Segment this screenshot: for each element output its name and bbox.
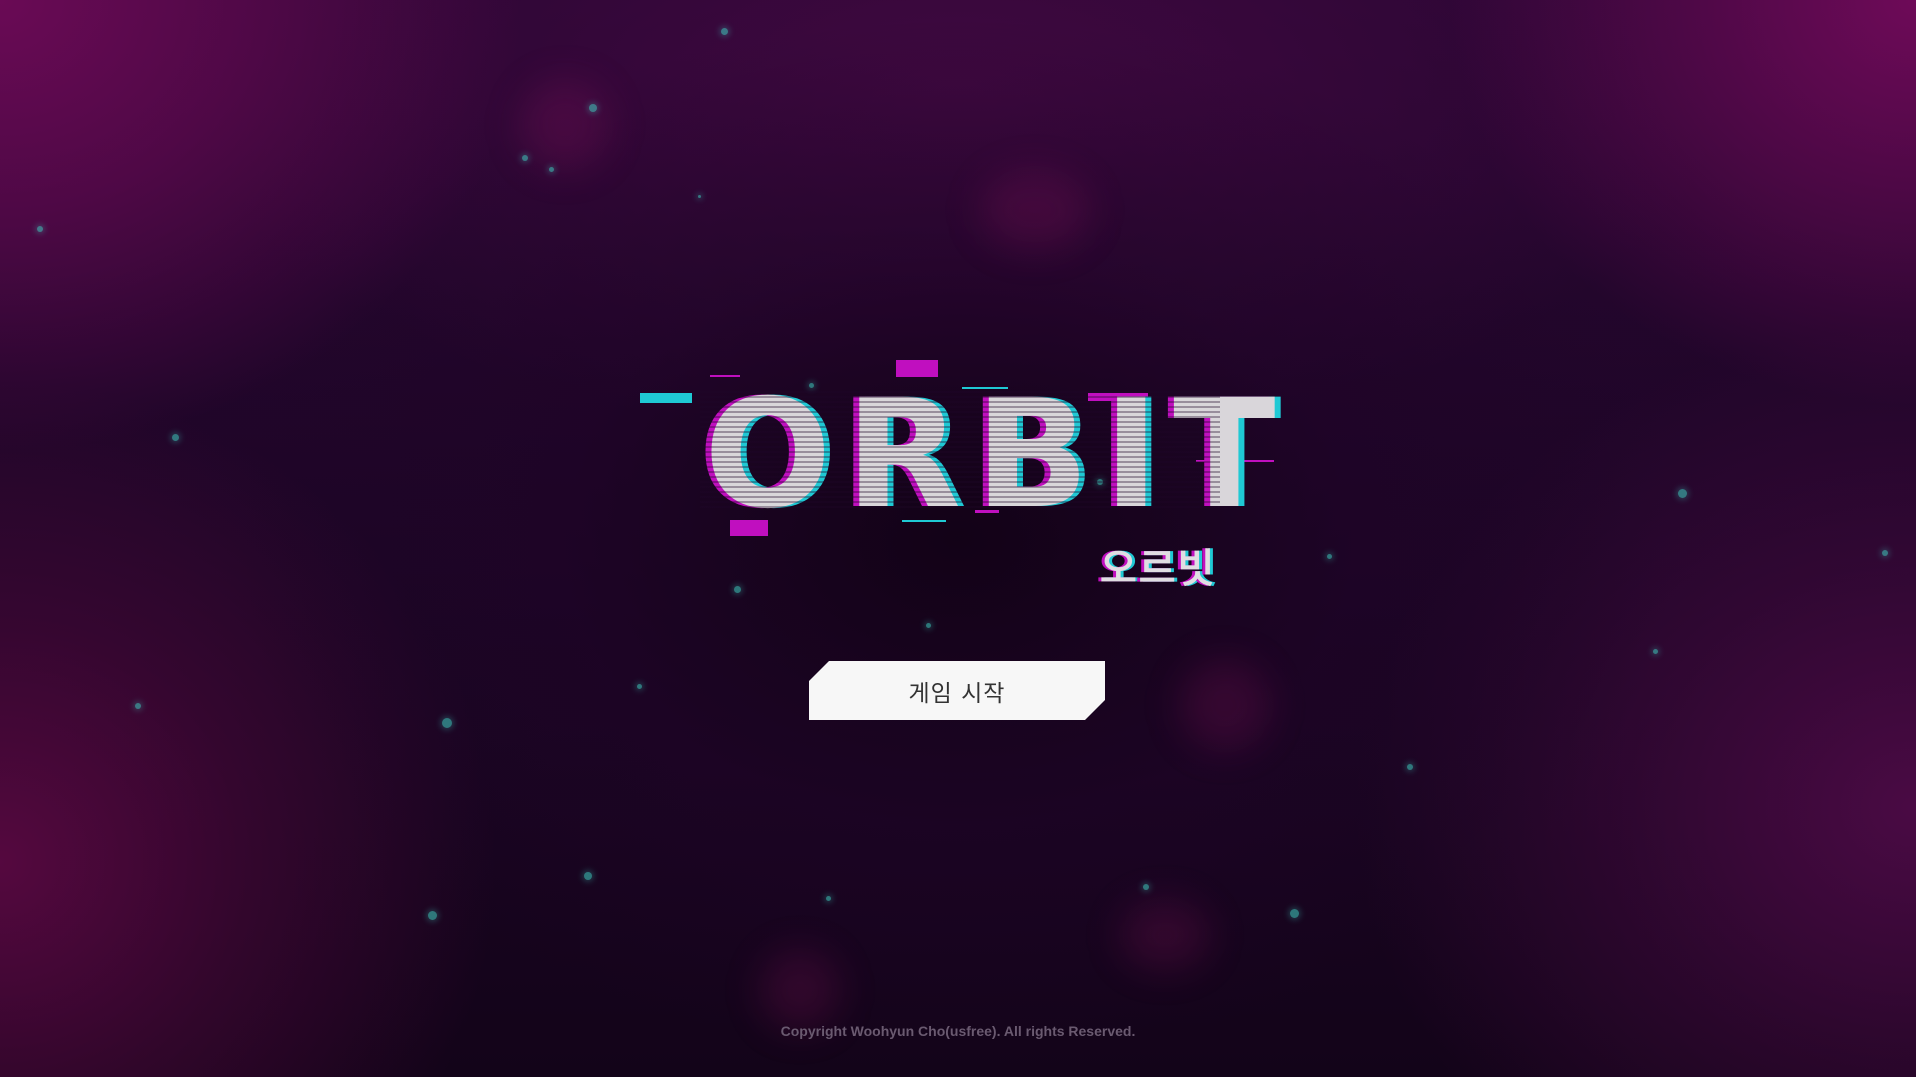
particle	[1882, 550, 1888, 556]
background-glow	[760, 950, 840, 1030]
background-glow	[520, 80, 610, 170]
background-glow	[1120, 900, 1210, 970]
title-screen: ORBIT 오르빗 게임 시작 Copyright Woohyun Cho(us…	[0, 0, 1916, 1077]
particle	[442, 718, 452, 728]
particle	[1407, 764, 1413, 770]
particle	[172, 434, 179, 441]
background-glow	[1180, 660, 1270, 750]
particle	[721, 28, 728, 35]
particle	[1143, 884, 1149, 890]
particle	[1678, 489, 1687, 498]
particle	[1327, 554, 1332, 559]
start-game-button-label: 게임 시작	[908, 680, 1006, 707]
particle	[1653, 649, 1658, 654]
logo-title: ORBIT	[704, 368, 1290, 542]
particle	[926, 623, 931, 628]
particle	[584, 872, 592, 880]
copyright-text: Copyright Woohyun Cho(usfree). All right…	[780, 1023, 1136, 1039]
game-logo: ORBIT 오르빗	[640, 360, 1280, 592]
glitch-bar	[640, 393, 692, 403]
particle	[522, 155, 528, 161]
particle	[549, 167, 554, 172]
particle	[698, 195, 701, 198]
particle	[37, 226, 43, 232]
particle	[826, 896, 831, 901]
start-game-button[interactable]: 게임 시작	[809, 661, 1105, 720]
background-glow	[980, 170, 1090, 250]
particle	[637, 684, 642, 689]
particle	[1290, 909, 1299, 918]
logo-subtitle: 오르빗	[1100, 546, 1217, 592]
particle	[589, 104, 597, 112]
particle	[135, 703, 141, 709]
particle	[428, 911, 437, 920]
